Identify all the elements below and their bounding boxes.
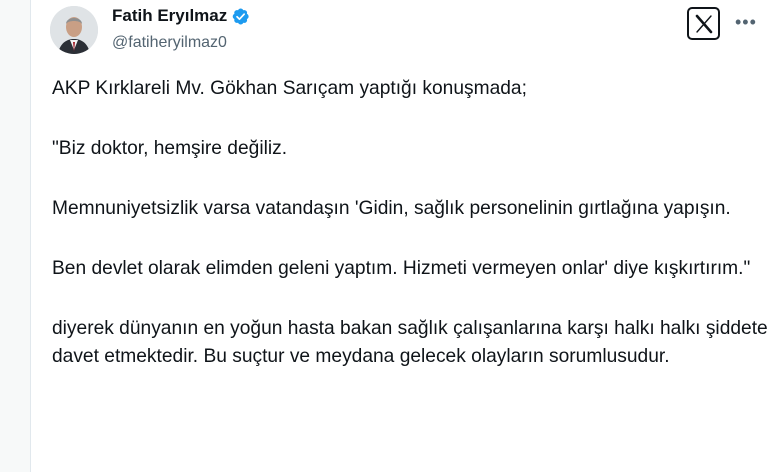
- tweet-paragraph: "Biz doktor, hemşire değiliz.: [52, 138, 288, 159]
- verified-badge-icon: [232, 8, 249, 24]
- tweet-card: Fatih Eryılmaz @fatiheryilmaz0 ••• AKP K…: [30, 0, 781, 472]
- author-name[interactable]: Fatih Eryılmaz: [112, 6, 227, 26]
- author-handle[interactable]: @fatiheryilmaz0: [112, 34, 227, 52]
- tweet-paragraph: Memnuniyetsizlik varsa vatandaşın 'Gidin…: [52, 198, 731, 219]
- tweet-paragraph: Ben devlet olarak elimden geleni yaptım.…: [52, 258, 751, 279]
- tweet-paragraph: AKP Kırklareli Mv. Gökhan Sarıçam yaptığ…: [52, 78, 527, 99]
- avatar-photo: [50, 6, 98, 54]
- more-options-icon[interactable]: •••: [735, 13, 757, 31]
- x-logo-icon: [695, 14, 712, 33]
- avatar[interactable]: [50, 6, 98, 54]
- author-name-row[interactable]: Fatih Eryılmaz: [112, 6, 250, 26]
- x-logo-button[interactable]: [687, 7, 720, 40]
- tweet-paragraph: diyerek dünyanın en yoğun hasta bakan sa…: [52, 318, 768, 367]
- tweet-text: AKP Kırklareli Mv. Gökhan Sarıçam yaptığ…: [52, 75, 772, 403]
